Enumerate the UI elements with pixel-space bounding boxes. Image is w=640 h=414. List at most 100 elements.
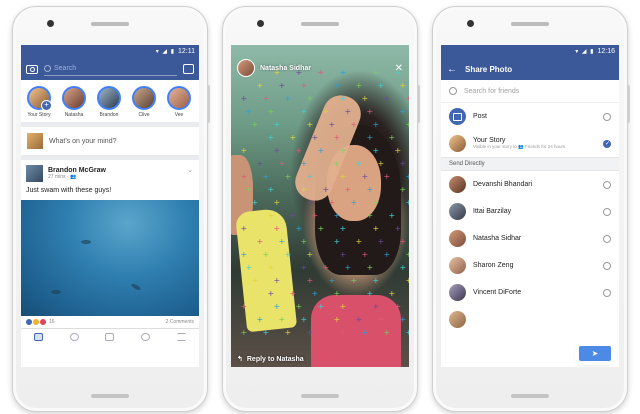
friend-search-input[interactable]: Search for friends bbox=[441, 80, 619, 103]
messenger-icon[interactable] bbox=[183, 64, 194, 74]
sparkle-mark: + bbox=[406, 198, 409, 207]
side-button bbox=[417, 85, 420, 123]
avatar[interactable] bbox=[237, 59, 255, 77]
radio-button[interactable] bbox=[603, 207, 611, 216]
search-icon bbox=[44, 65, 51, 72]
friend-row[interactable]: Devanshi Bhandari bbox=[441, 171, 619, 198]
sparkle-mark: + bbox=[400, 107, 407, 116]
reaction-icons[interactable]: 16 bbox=[26, 319, 55, 325]
sparkle-mark: + bbox=[307, 250, 314, 259]
reply-button[interactable]: ↰ Reply to Natasha bbox=[237, 355, 304, 364]
avatar bbox=[27, 86, 52, 111]
sparkle-mark: + bbox=[296, 302, 303, 311]
sparkle-mark: + bbox=[241, 328, 248, 337]
sparkle-mark: + bbox=[406, 276, 409, 285]
avatar bbox=[449, 257, 466, 274]
story-vee[interactable]: Vee bbox=[165, 86, 193, 118]
radio-button-checked[interactable] bbox=[603, 139, 611, 148]
friend-row[interactable]: Sharon Zeng bbox=[441, 252, 619, 279]
friend-name: Devanshi Bhandari bbox=[473, 181, 533, 188]
app-header: Search bbox=[21, 58, 199, 80]
signal-icons: ▾ ◢ ▮ bbox=[575, 49, 595, 55]
story-your-story[interactable]: Your Story bbox=[25, 86, 53, 118]
friend-name: Vincent DiForte bbox=[473, 289, 522, 296]
avatar bbox=[27, 133, 43, 149]
camera-icon[interactable] bbox=[26, 64, 38, 74]
post-author[interactable]: Brandon McGraw bbox=[48, 167, 106, 174]
story-author[interactable]: Natasha Sidhar bbox=[260, 65, 390, 72]
sparkle-mark: + bbox=[241, 146, 248, 155]
story-label: Clive bbox=[138, 112, 150, 118]
radio-button[interactable] bbox=[603, 288, 611, 297]
sparkle-mark: + bbox=[395, 146, 402, 155]
sparkle-mark: + bbox=[285, 328, 292, 337]
sparkle-mark: + bbox=[274, 198, 281, 207]
status-time: 12:11 bbox=[178, 48, 195, 55]
story-clive[interactable]: Clive bbox=[130, 86, 158, 118]
sparkle-mark: + bbox=[384, 94, 391, 103]
sparkle-mark: + bbox=[268, 107, 275, 116]
radio-button[interactable] bbox=[603, 261, 611, 270]
status-bar: ▾ ◢ ▮ 12:16 bbox=[441, 45, 619, 58]
avatar[interactable] bbox=[26, 165, 43, 182]
story-brandon[interactable]: Brandon bbox=[95, 86, 123, 118]
status-time: 12:16 bbox=[597, 48, 615, 55]
avatar bbox=[449, 135, 466, 152]
sparkle-mark: + bbox=[274, 120, 281, 129]
tab-notifications[interactable] bbox=[141, 333, 151, 341]
story-header: Natasha Sidhar ✕ bbox=[237, 59, 403, 77]
sparkle-mark: + bbox=[290, 211, 297, 220]
avatar bbox=[449, 176, 466, 193]
sparkle-mark: + bbox=[406, 120, 409, 129]
back-arrow-icon[interactable]: ← bbox=[447, 64, 457, 75]
radio-button[interactable] bbox=[603, 112, 611, 121]
front-camera bbox=[467, 20, 474, 27]
tab-menu[interactable] bbox=[176, 333, 186, 341]
sparkle-mark: + bbox=[274, 146, 281, 155]
sparkle-mark: + bbox=[285, 94, 292, 103]
close-icon[interactable]: ✕ bbox=[395, 63, 403, 74]
chevron-down-icon[interactable]: ⌄ bbox=[187, 166, 193, 174]
friend-row[interactable]: Vincent DiForte bbox=[441, 279, 619, 306]
sparkle-mark: + bbox=[263, 94, 270, 103]
sparkle-mark: + bbox=[301, 81, 308, 90]
sparkle-mark: + bbox=[356, 81, 363, 90]
story-photo[interactable]: + + + + + + + + + + + + + + + + + + + + + + + + + + + + + + + + + + + + + + + +… bbox=[231, 45, 409, 367]
status-composer[interactable]: What's on your mind? bbox=[21, 127, 199, 160]
send-button[interactable]: ➤ bbox=[579, 346, 611, 361]
search-input[interactable]: Search bbox=[44, 62, 177, 76]
story-label: Natasha bbox=[64, 112, 84, 118]
sparkle-mark: + bbox=[351, 276, 358, 285]
sparkle-mark: + bbox=[307, 94, 314, 103]
comments-count[interactable]: 2 Comments bbox=[166, 319, 194, 325]
earpiece-speaker bbox=[91, 22, 129, 26]
sparkle-mark: + bbox=[312, 289, 319, 298]
tab-video[interactable] bbox=[69, 333, 79, 341]
sparkle-mark: + bbox=[367, 107, 374, 116]
pink-top bbox=[311, 295, 401, 367]
tab-marketplace[interactable] bbox=[105, 333, 115, 341]
post-photo[interactable] bbox=[21, 200, 199, 316]
radio-button[interactable] bbox=[603, 180, 611, 189]
composer-placeholder: What's on your mind? bbox=[49, 137, 117, 145]
sparkle-mark: + bbox=[406, 250, 409, 259]
sparkle-mark: + bbox=[406, 172, 409, 181]
tab-news-feed[interactable] bbox=[34, 333, 44, 341]
friend-row[interactable]: Ittai Barzilay bbox=[441, 198, 619, 225]
sparkle-mark: + bbox=[296, 224, 303, 233]
sparkle-mark: + bbox=[279, 159, 286, 168]
story-natasha[interactable]: Natasha bbox=[60, 86, 88, 118]
bottom-speaker bbox=[511, 394, 549, 398]
fish bbox=[51, 290, 61, 294]
friend-row[interactable]: Natasha Sidhar bbox=[441, 225, 619, 252]
bottom-speaker bbox=[91, 394, 129, 398]
reply-label: Reply to Natasha bbox=[246, 355, 304, 363]
stories-tray: Your Story Natasha Brandon Clive Vee bbox=[21, 80, 199, 127]
sparkle-mark: + bbox=[400, 81, 407, 90]
friend-row-partial[interactable] bbox=[441, 306, 619, 333]
share-option-your-story[interactable]: Your Story Visible in your story to 👥 Fr… bbox=[441, 130, 619, 157]
option-subtitle: Visible in your story to 👥 Friends for 2… bbox=[473, 144, 566, 149]
radio-button[interactable] bbox=[603, 234, 611, 243]
share-option-post[interactable]: Post bbox=[441, 103, 619, 130]
sparkle-mark: + bbox=[241, 94, 248, 103]
